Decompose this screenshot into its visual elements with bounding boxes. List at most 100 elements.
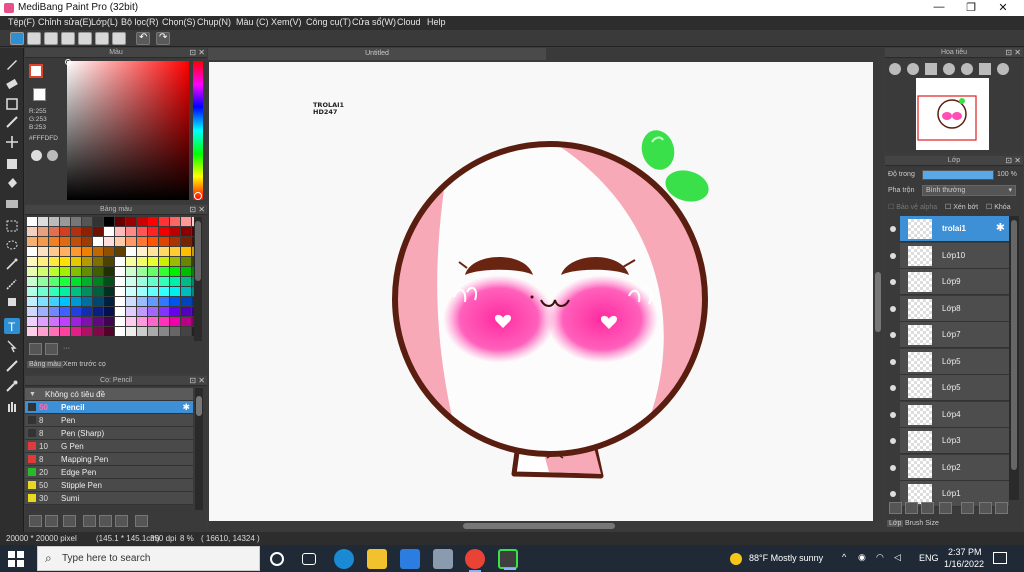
palette-swatch[interactable] [148, 297, 158, 306]
document-tab[interactable]: Untitled [208, 48, 546, 60]
palette-swatch[interactable] [159, 277, 169, 286]
palette-swatch[interactable] [137, 217, 147, 226]
palette-swatch[interactable] [38, 307, 48, 316]
palette-swatch[interactable] [181, 277, 191, 286]
lock-checkbox[interactable]: ☐ Khóa [986, 203, 1011, 211]
taskbar-search-input[interactable]: ⌕ Type here to search [37, 546, 260, 571]
palette-swatch[interactable] [82, 237, 92, 246]
picker-cursor[interactable] [65, 59, 71, 65]
palette-swatch[interactable] [82, 327, 92, 336]
brush-item[interactable]: 8 Pen [25, 414, 193, 427]
palette-swatch[interactable] [159, 297, 169, 306]
palette-swatch[interactable] [27, 297, 37, 306]
palette-swatch[interactable] [170, 307, 180, 316]
fill-rect-tool-icon[interactable] [4, 156, 20, 172]
layer-row[interactable]: Lớp10 [900, 242, 1009, 269]
palette-swatch[interactable] [49, 217, 59, 226]
palette-swatch[interactable] [93, 317, 103, 326]
layer-visibility-icon[interactable] [890, 279, 896, 285]
menu-help[interactable]: Help [427, 17, 446, 27]
drawing-canvas[interactable]: TROLAI1 HD247 [209, 62, 873, 521]
palette-swatch[interactable] [60, 247, 70, 256]
brush-edit-icon[interactable] [83, 515, 96, 527]
maximize-button[interactable]: ❐ [956, 1, 986, 15]
palette-swatch[interactable] [170, 327, 180, 336]
palette-swatch[interactable] [82, 307, 92, 316]
palette-swatch[interactable] [148, 257, 158, 266]
palette-swatch[interactable] [60, 287, 70, 296]
list-icon[interactable] [95, 32, 109, 45]
tab-layer[interactable]: Lớp [887, 520, 904, 527]
palette-swatch[interactable] [82, 287, 92, 296]
menu-select[interactable]: Chọn(S) [162, 17, 196, 27]
palette-swatch[interactable] [49, 287, 59, 296]
canvas-horizontal-scrollbar[interactable] [209, 521, 873, 531]
palette-swatch[interactable] [93, 257, 103, 266]
palette-swatch[interactable] [115, 247, 125, 256]
palette-swatch[interactable] [181, 307, 191, 316]
palette-swatch[interactable] [82, 297, 92, 306]
close-button[interactable]: ✕ [988, 1, 1018, 15]
bucket-tool-icon[interactable] [4, 176, 20, 192]
palette-swatch[interactable] [71, 287, 81, 296]
palette-swatch[interactable] [49, 257, 59, 266]
brush-scrollbar[interactable] [195, 388, 203, 510]
cortana-icon[interactable] [270, 552, 284, 566]
layer-row[interactable]: trolai1 ✱ [900, 216, 1009, 242]
palette-swatch[interactable] [60, 327, 70, 336]
palette-swatch[interactable] [159, 247, 169, 256]
palette-swatch[interactable] [60, 277, 70, 286]
layer-visibility-icon[interactable] [890, 411, 896, 418]
layer-new-halftone-icon[interactable] [905, 502, 918, 514]
layer-row[interactable]: Lớp9 [900, 269, 1009, 295]
palette-swatch[interactable] [148, 267, 158, 276]
palette-swatch[interactable] [137, 257, 147, 266]
palette-swatch[interactable] [93, 277, 103, 286]
zoom-out-icon[interactable] [889, 63, 901, 75]
palette-swatch[interactable] [27, 247, 37, 256]
palette-swatch[interactable] [137, 237, 147, 246]
palette-swatch[interactable] [27, 237, 37, 246]
volume-icon[interactable]: ◁ [894, 552, 901, 563]
protect-alpha-checkbox[interactable]: ☐ Bảo vệ alpha [888, 203, 937, 211]
palette-swatch[interactable] [104, 317, 114, 326]
palette-swatch[interactable] [49, 317, 59, 326]
clock-date[interactable]: 1/16/2022 [944, 559, 984, 569]
network-icon[interactable]: ◉ [858, 552, 866, 563]
palette-swatch[interactable] [170, 267, 180, 276]
palette-swatch[interactable] [93, 217, 103, 226]
line-tool-icon[interactable] [4, 114, 20, 130]
layer-row[interactable]: Lớp4 [900, 401, 1009, 428]
hue-slider[interactable] [193, 61, 203, 200]
palette-swatch[interactable] [137, 307, 147, 316]
palette-swatch[interactable] [137, 287, 147, 296]
palette-swatch[interactable] [38, 237, 48, 246]
palette-swatch[interactable] [148, 277, 158, 286]
palette-swatch[interactable] [27, 287, 37, 296]
palette-swatch[interactable] [159, 287, 169, 296]
brush-upload-icon[interactable] [29, 515, 42, 527]
foreground-color-swatch[interactable] [29, 64, 43, 78]
brush-group[interactable]: Không có tiêu đề ▼ [25, 388, 193, 401]
upload-icon[interactable] [27, 32, 41, 45]
palette-swatch[interactable] [60, 237, 70, 246]
lasso-tool-icon[interactable] [4, 238, 20, 254]
menu-cloud[interactable]: Cloud [397, 17, 421, 27]
palette-swatch[interactable] [115, 227, 125, 236]
palette-swatch[interactable] [148, 237, 158, 246]
palette-swatch[interactable] [60, 217, 70, 226]
blend-mode-select[interactable]: Bình thường ▾ [922, 185, 1016, 196]
palette-swatch[interactable] [93, 297, 103, 306]
palette-swatch[interactable] [181, 237, 191, 246]
operation-tool-icon[interactable] [4, 338, 20, 354]
actual-size-icon[interactable] [943, 63, 955, 75]
palette-swatch[interactable] [49, 327, 59, 336]
palette-swatch[interactable] [49, 227, 59, 236]
palette-swatch[interactable] [38, 247, 48, 256]
palette-swatch[interactable] [159, 227, 169, 236]
undo-button[interactable]: ↶ [136, 32, 150, 45]
menu-tools[interactable]: Công cụ(T) [306, 17, 351, 27]
menu-layer[interactable]: Lớp(L) [91, 17, 118, 27]
rectangle-tool-icon[interactable] [4, 96, 20, 112]
palette-swatch[interactable] [27, 227, 37, 236]
